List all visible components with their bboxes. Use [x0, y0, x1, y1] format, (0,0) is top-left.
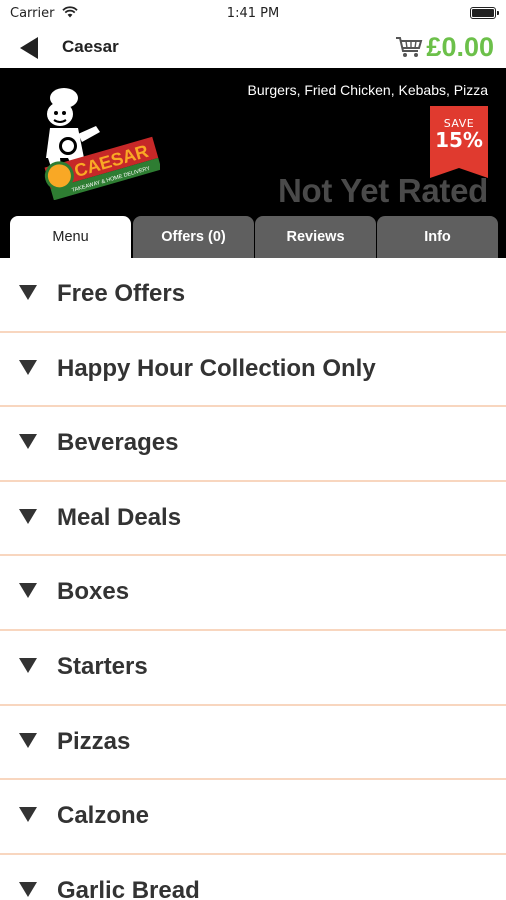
triangle-down-icon	[19, 732, 37, 748]
menu-category-item[interactable]: Meal Deals	[0, 482, 506, 557]
menu-category-item[interactable]: Happy Hour Collection Only	[0, 333, 506, 408]
menu-category-label: Free Offers	[57, 280, 186, 307]
triangle-down-icon	[19, 508, 37, 524]
triangle-down-icon	[19, 359, 37, 375]
menu-category-item[interactable]: Beverages	[0, 407, 506, 482]
menu-category-item[interactable]: Calzone	[0, 780, 506, 855]
menu-category-item[interactable]: Pizzas	[0, 706, 506, 781]
menu-category-item[interactable]: Free Offers	[0, 258, 506, 333]
tab-reviews[interactable]: Reviews	[255, 216, 376, 258]
menu-category-label: Boxes	[57, 578, 130, 606]
rating-text: Not Yet Rated	[277, 172, 488, 209]
status-time: 1:41 PM	[226, 6, 280, 21]
navigation-bar: Caesar £0.00	[0, 28, 506, 68]
restaurant-logo: CAESAR TAKEAWAY & HOME DELIVERY	[44, 88, 160, 200]
tab-offers[interactable]: Offers (0)	[133, 216, 254, 258]
page-title: Caesar	[62, 37, 119, 56]
battery-level	[472, 9, 494, 17]
tab-menu[interactable]: Menu	[10, 216, 131, 258]
triangle-down-icon	[19, 434, 37, 450]
menu-category-label: Calzone	[57, 802, 150, 830]
discount-badge: SAVE 15%	[430, 106, 488, 178]
menu-category-item[interactable]: Boxes	[0, 556, 506, 631]
triangle-down-icon	[19, 285, 37, 300]
tab-info[interactable]: Info	[377, 216, 498, 258]
menu-category-label: Pizzas	[57, 727, 131, 755]
cuisine-list: Burgers, Fried Chicken, Kebabs, Pizza	[247, 82, 488, 98]
menu-category-label: Meal Deals	[57, 503, 182, 531]
cart-total: £0.00	[426, 31, 494, 62]
menu-category-item[interactable]: Starters	[0, 631, 506, 706]
tab-bar: Menu Offers (0) Reviews Info	[0, 216, 506, 258]
menu-category-label: Happy Hour Collection Only	[57, 354, 376, 382]
back-arrow-icon	[20, 37, 38, 59]
triangle-down-icon	[19, 657, 37, 673]
triangle-down-icon	[19, 881, 37, 897]
discount-value: 15%	[435, 128, 483, 152]
menu-category-label: Garlic Bread	[57, 876, 200, 900]
triangle-down-icon	[19, 807, 37, 823]
discount-label: SAVE	[443, 117, 475, 130]
shopping-cart-icon	[396, 37, 423, 57]
status-bar: Carrier 1:41 PM	[0, 0, 506, 28]
cart-button[interactable]: £0.00	[395, 30, 494, 64]
menu-category-list: Free Offers Happy Hour Collection Only B…	[0, 258, 506, 900]
menu-category-label: Starters	[57, 652, 148, 680]
triangle-down-icon	[19, 583, 37, 599]
menu-category-item[interactable]: Garlic Bread	[0, 855, 506, 900]
menu-category-label: Beverages	[57, 429, 179, 457]
back-button[interactable]	[16, 34, 48, 62]
battery-icon	[470, 7, 499, 19]
